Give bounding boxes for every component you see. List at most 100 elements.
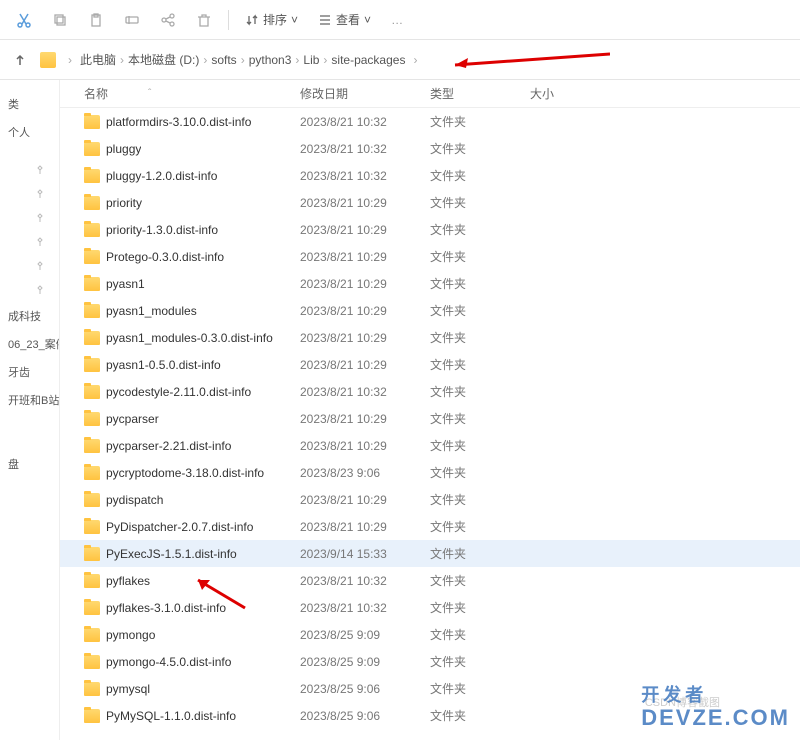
pin-icon[interactable]: [0, 158, 59, 182]
file-name: pymongo-4.5.0.dist-info: [106, 655, 231, 669]
file-name: pyasn1: [106, 277, 145, 291]
file-name: PyMySQL-1.1.0.dist-info: [106, 709, 236, 723]
file-row[interactable]: pymongo-4.5.0.dist-info 2023/8/25 9:09 文…: [60, 648, 800, 675]
file-date: 2023/8/21 10:29: [300, 304, 430, 318]
file-row[interactable]: pycryptodome-3.18.0.dist-info 2023/8/23 …: [60, 459, 800, 486]
file-type: 文件夹: [430, 464, 530, 481]
file-type: 文件夹: [430, 626, 530, 643]
file-name-cell: pycodestyle-2.11.0.dist-info: [60, 385, 300, 399]
pin-icon[interactable]: [0, 254, 59, 278]
file-row[interactable]: PyDispatcher-2.0.7.dist-info 2023/8/21 1…: [60, 513, 800, 540]
file-type: 文件夹: [430, 653, 530, 670]
share-button[interactable]: [152, 4, 184, 36]
up-button[interactable]: [8, 48, 32, 72]
file-type: 文件夹: [430, 437, 530, 454]
file-name: platformdirs-3.10.0.dist-info: [106, 115, 251, 129]
file-row[interactable]: Protego-0.3.0.dist-info 2023/8/21 10:29 …: [60, 243, 800, 270]
pin-icon[interactable]: [0, 278, 59, 302]
sidebar-item[interactable]: 06_23_案例: [0, 330, 59, 358]
file-name: pyasn1_modules: [106, 304, 197, 318]
file-name: pyasn1-0.5.0.dist-info: [106, 358, 221, 372]
folder-icon: [84, 331, 100, 345]
file-type: 文件夹: [430, 248, 530, 265]
file-name-cell: pycparser-2.21.dist-info: [60, 439, 300, 453]
column-type-header[interactable]: 类型: [430, 85, 530, 102]
column-name-header[interactable]: 名称 ˆ: [60, 85, 300, 102]
file-date: 2023/8/21 10:29: [300, 331, 430, 345]
sidebar-item[interactable]: 个人: [0, 118, 59, 146]
file-row[interactable]: pymongo 2023/8/25 9:09 文件夹: [60, 621, 800, 648]
sidebar-item[interactable]: 牙齿: [0, 358, 59, 386]
folder-icon: [84, 385, 100, 399]
file-name-cell: pluggy: [60, 142, 300, 156]
view-button[interactable]: 查看 ˅: [310, 4, 379, 36]
file-date: 2023/8/21 10:32: [300, 115, 430, 129]
file-name: pluggy-1.2.0.dist-info: [106, 169, 217, 183]
file-type: 文件夹: [430, 356, 530, 373]
sidebar-item-disk[interactable]: 盘: [0, 450, 59, 478]
file-row[interactable]: pluggy 2023/8/21 10:32 文件夹: [60, 135, 800, 162]
sidebar-item[interactable]: 类: [0, 90, 59, 118]
file-name-cell: pluggy-1.2.0.dist-info: [60, 169, 300, 183]
crumb-separator: ›: [413, 53, 417, 67]
file-name-cell: priority-1.3.0.dist-info: [60, 223, 300, 237]
file-row[interactable]: pyasn1_modules 2023/8/21 10:29 文件夹: [60, 297, 800, 324]
folder-icon: [84, 142, 100, 156]
file-date: 2023/8/21 10:32: [300, 385, 430, 399]
file-row[interactable]: pyflakes 2023/8/21 10:32 文件夹: [60, 567, 800, 594]
column-date-header[interactable]: 修改日期: [300, 85, 430, 102]
breadcrumb-item[interactable]: 此电脑: [80, 53, 116, 67]
delete-button[interactable]: [188, 4, 220, 36]
file-row[interactable]: pyasn1_modules-0.3.0.dist-info 2023/8/21…: [60, 324, 800, 351]
file-row[interactable]: pycparser 2023/8/21 10:29 文件夹: [60, 405, 800, 432]
pin-icon[interactable]: [0, 206, 59, 230]
file-name: PyDispatcher-2.0.7.dist-info: [106, 520, 253, 534]
folder-icon: [84, 547, 100, 561]
file-row[interactable]: priority-1.3.0.dist-info 2023/8/21 10:29…: [60, 216, 800, 243]
breadcrumb-item[interactable]: softs: [211, 53, 236, 67]
file-row[interactable]: pyasn1 2023/8/21 10:29 文件夹: [60, 270, 800, 297]
file-name-cell: pymongo-4.5.0.dist-info: [60, 655, 300, 669]
file-name: pycodestyle-2.11.0.dist-info: [106, 385, 251, 399]
toolbar: 排序 ˅ 查看 ˅ …: [0, 0, 800, 40]
folder-icon: [84, 250, 100, 264]
file-type: 文件夹: [430, 113, 530, 130]
pin-icon[interactable]: [0, 230, 59, 254]
breadcrumb-item[interactable]: Lib: [303, 53, 319, 67]
file-row[interactable]: PyExecJS-1.5.1.dist-info 2023/9/14 15:33…: [60, 540, 800, 567]
file-row[interactable]: pydispatch 2023/8/21 10:29 文件夹: [60, 486, 800, 513]
breadcrumb-item[interactable]: site-packages: [331, 53, 405, 67]
file-row[interactable]: platformdirs-3.10.0.dist-info 2023/8/21 …: [60, 108, 800, 135]
chevron-down-icon: ˅: [364, 13, 371, 27]
view-label: 查看: [336, 11, 360, 28]
file-name: priority: [106, 196, 142, 210]
breadcrumb-item[interactable]: 本地磁盘 (D:): [128, 53, 199, 67]
file-name: pyasn1_modules-0.3.0.dist-info: [106, 331, 273, 345]
more-button[interactable]: …: [383, 13, 411, 27]
file-row[interactable]: priority 2023/8/21 10:29 文件夹: [60, 189, 800, 216]
folder-icon: [84, 628, 100, 642]
file-row[interactable]: pluggy-1.2.0.dist-info 2023/8/21 10:32 文…: [60, 162, 800, 189]
separator: [228, 10, 229, 30]
file-type: 文件夹: [430, 194, 530, 211]
file-name: pycryptodome-3.18.0.dist-info: [106, 466, 264, 480]
cut-button[interactable]: [8, 4, 40, 36]
file-date: 2023/8/25 9:06: [300, 709, 430, 723]
paste-button[interactable]: [80, 4, 112, 36]
folder-icon: [84, 439, 100, 453]
file-name-cell: pyasn1: [60, 277, 300, 291]
sidebar-item[interactable]: 开班和B站: [0, 386, 59, 414]
sort-button[interactable]: 排序 ˅: [237, 4, 306, 36]
rename-button[interactable]: [116, 4, 148, 36]
sidebar-item[interactable]: 成科技: [0, 302, 59, 330]
folder-icon: [84, 115, 100, 129]
column-size-header[interactable]: 大小: [530, 85, 610, 102]
file-row[interactable]: pycodestyle-2.11.0.dist-info 2023/8/21 1…: [60, 378, 800, 405]
pin-icon[interactable]: [0, 182, 59, 206]
file-name: Protego-0.3.0.dist-info: [106, 250, 224, 264]
file-row[interactable]: pycparser-2.21.dist-info 2023/8/21 10:29…: [60, 432, 800, 459]
breadcrumb-item[interactable]: python3: [249, 53, 292, 67]
file-row[interactable]: pyflakes-3.1.0.dist-info 2023/8/21 10:32…: [60, 594, 800, 621]
file-row[interactable]: pyasn1-0.5.0.dist-info 2023/8/21 10:29 文…: [60, 351, 800, 378]
copy-button[interactable]: [44, 4, 76, 36]
